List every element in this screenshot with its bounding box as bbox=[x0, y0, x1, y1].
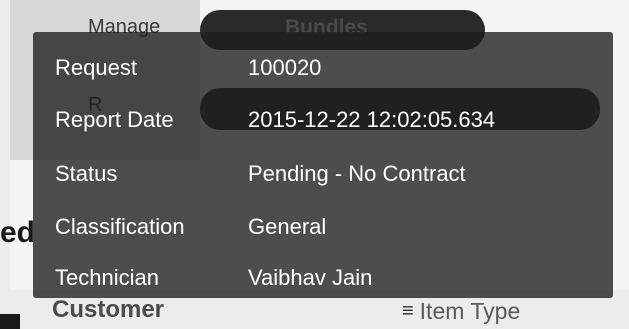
tooltip-value: 2015-12-22 12:02:05.634 bbox=[248, 107, 496, 132]
tooltip-label: Report Date bbox=[55, 107, 174, 132]
section-heading-fragment: ed bbox=[0, 216, 36, 249]
tooltip-value: Vaibhav Jain bbox=[248, 265, 373, 290]
row-marker bbox=[0, 314, 20, 329]
tooltip-value: General bbox=[248, 214, 327, 239]
tooltip-row-report-date: Report Date 2015-12-22 12:02:05.634 bbox=[33, 100, 613, 140]
screen: Manage Bundles R ed Customer ≡ Item Type… bbox=[0, 0, 629, 329]
tooltip-value: 100020 bbox=[248, 55, 322, 80]
tooltip-row-technician: Technician Vaibhav Jain bbox=[33, 258, 613, 298]
list-icon: ≡ bbox=[402, 300, 414, 322]
tooltip-value: Pending - No Contract bbox=[248, 161, 466, 186]
tooltip-label: Request bbox=[55, 55, 137, 80]
tooltip-label: Technician bbox=[55, 265, 159, 290]
request-details-tooltip: Request 100020 Report Date 2015-12-22 12… bbox=[33, 32, 613, 298]
tooltip-row-classification: Classification General bbox=[33, 207, 613, 247]
tooltip-label: Classification bbox=[55, 214, 185, 239]
tooltip-row-request: Request 100020 bbox=[33, 48, 613, 88]
page-left-edge bbox=[0, 0, 10, 329]
column-header-customer[interactable]: Customer bbox=[52, 296, 164, 324]
tooltip-row-status: Status Pending - No Contract bbox=[33, 154, 613, 194]
column-header-item-type-label: Item Type bbox=[419, 298, 521, 324]
column-header-item-type[interactable]: ≡ Item Type bbox=[402, 298, 520, 325]
tooltip-label: Status bbox=[55, 161, 118, 186]
